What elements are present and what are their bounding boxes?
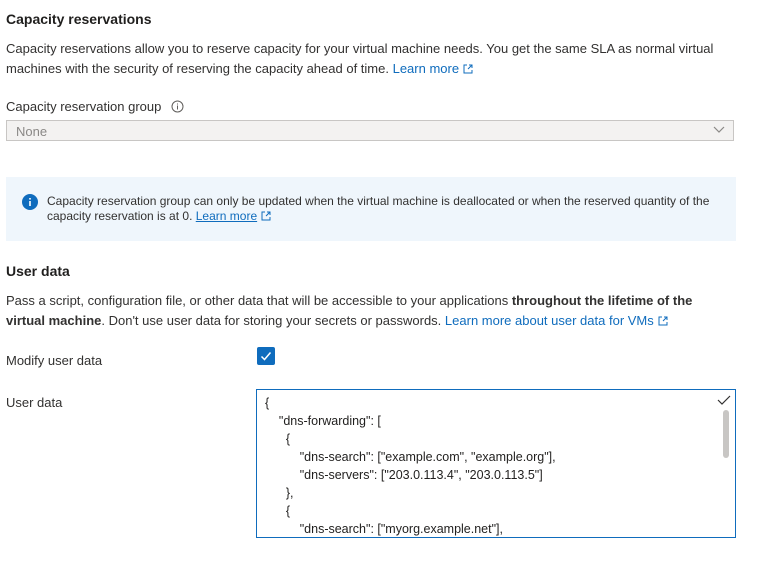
userdata-desc-bold1: throughout the lifetime of the (511, 293, 693, 308)
checkmark-icon (260, 352, 272, 361)
capacity-description: Capacity reservations allow you to reser… (6, 39, 746, 79)
external-link-icon (261, 211, 271, 221)
capacity-info-learn-more-link[interactable]: Learn more (196, 209, 257, 223)
capacity-info-line2: capacity reservation is at 0. (47, 209, 193, 223)
info-circle-icon[interactable] (171, 100, 184, 113)
modify-userdata-checkbox[interactable] (257, 347, 275, 365)
valid-check-icon (717, 395, 731, 405)
userdata-learn-more-link[interactable]: Learn more about user data for VMs (445, 313, 668, 328)
capacity-info-learn-more-label: Learn more (195, 209, 258, 223)
textarea-scrollbar[interactable] (723, 410, 729, 458)
userdata-textarea[interactable]: { "dns-forwarding": [ { "dns-search": ["… (256, 389, 736, 538)
userdata-heading: User data (6, 263, 70, 279)
userdata-learn-more-label: Learn more about user data for VMs (444, 313, 654, 328)
capacity-info-text: Capacity reservation group can only be u… (47, 194, 727, 224)
capacity-desc-line2: machines with the security of reserving … (6, 61, 389, 76)
capacity-heading: Capacity reservations (6, 11, 152, 27)
capacity-info-bar: Capacity reservation group can only be u… (6, 177, 736, 241)
capacity-group-value: None (16, 124, 48, 139)
userdata-desc-part1: Pass a script, configuration file, or ot… (6, 293, 512, 308)
userdata-field-label: User data (6, 395, 63, 410)
capacity-learn-more-link[interactable]: Learn more (393, 61, 473, 76)
userdata-desc-bold2: virtual machine (6, 313, 102, 328)
external-link-icon (658, 316, 668, 326)
capacity-group-label: Capacity reservation group (6, 99, 162, 114)
capacity-learn-more-label: Learn more (392, 61, 460, 76)
userdata-description: Pass a script, configuration file, or ot… (6, 291, 746, 331)
capacity-group-select[interactable]: None (6, 120, 734, 141)
chevron-down-icon (713, 126, 725, 133)
external-link-icon (463, 64, 473, 74)
capacity-info-line1: Capacity reservation group can only be u… (47, 194, 710, 208)
userdata-content: { "dns-forwarding": [ { "dns-search": ["… (265, 396, 556, 536)
capacity-group-label-row: Capacity reservation group (6, 99, 184, 114)
userdata-desc-part2: . Don't use user data for storing your s… (101, 313, 442, 328)
modify-userdata-label: Modify user data (6, 353, 103, 368)
capacity-desc-line1: Capacity reservations allow you to reser… (6, 41, 714, 56)
info-filled-icon (22, 194, 38, 210)
